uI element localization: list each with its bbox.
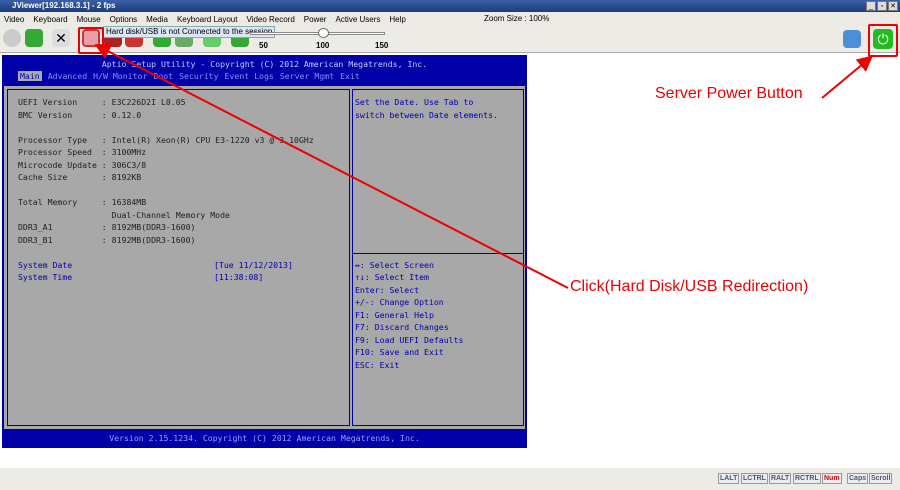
power-arrow — [821, 55, 874, 99]
annotation-arrows — [94, 44, 874, 289]
power-annotation: Server Power Button — [655, 85, 803, 103]
hdd-annotation: Click(Hard Disk/USB Redirection) — [570, 278, 809, 296]
hdd-arrow — [94, 44, 569, 289]
